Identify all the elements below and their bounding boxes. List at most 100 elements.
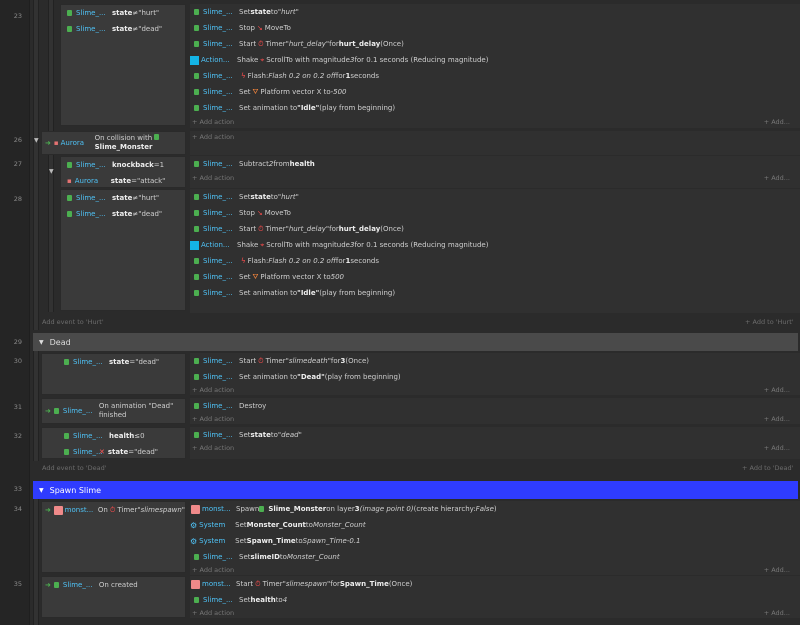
action-row[interactable]: Slime_... Set state to "hurt" — [190, 4, 800, 20]
action-row[interactable]: Slime_... Set animation to "Idle" (play f… — [190, 100, 800, 116]
action-row[interactable]: Slime_... Set ⛛ Platform vector X to -500 — [190, 84, 800, 100]
slime-object-icon — [67, 162, 72, 168]
condition-block[interactable]: Slime_... state ≠ "hurt" Slime_... state ≠… — [60, 189, 186, 311]
event-arrow-icon: ➜ — [45, 407, 51, 415]
slime-object-icon — [194, 161, 199, 167]
slime-object-icon — [67, 26, 72, 32]
slime-object-icon — [194, 358, 199, 364]
scrollto-icon: ⌖ — [260, 240, 265, 249]
aurora-object-icon: ▪ — [67, 177, 72, 185]
group-header-spawn-slime[interactable]: ▼ Spawn Slime — [33, 481, 798, 499]
slime-object-icon — [64, 359, 69, 365]
action-row[interactable]: ⚙ System Set Spawn_Time to Spawn_Time-0.1 — [190, 533, 800, 549]
action-row[interactable]: Slime_... Set animation to "Dead" (play f… — [190, 369, 800, 385]
add-link[interactable]: + Add... — [764, 609, 790, 617]
action-row[interactable]: Slime_... Set state to "hurt" — [190, 189, 800, 205]
action-row[interactable]: Slime_... Start ⏱ Timer "hurt_delay" for h… — [190, 36, 800, 52]
action-row[interactable]: Slime_... Start ⏱ Timer "slimedeath" for 3… — [190, 353, 800, 369]
action-row[interactable]: monst... Spawn Slime_Monster on layer 3 (… — [190, 501, 800, 517]
timer-icon: ⏱ — [258, 224, 264, 233]
slime-object-icon — [67, 195, 72, 201]
collapse-triangle[interactable]: ▼ — [49, 168, 54, 175]
platform-icon: ⛛ — [252, 272, 259, 281]
add-link[interactable]: + Add... — [764, 566, 790, 574]
slime-object-icon — [194, 41, 199, 47]
action-row[interactable]: Action... Shake ⌖ ScrollTo with magnitude … — [190, 52, 800, 68]
add-to-group-link[interactable]: + Add to 'Hurt' — [745, 318, 794, 326]
line-number: 26 — [13, 136, 22, 144]
action-row[interactable]: Slime_... Set ⛛ Platform vector X to 500 — [190, 269, 800, 285]
slime-object-icon — [194, 274, 199, 280]
action-row[interactable]: Slime_... Destroy — [190, 398, 800, 414]
event-block[interactable]: ➜ Slime_... On animation "Dead" finished — [41, 398, 186, 424]
action-row[interactable]: ⚙ System Set Monster_Count to Monster_Coun… — [190, 517, 800, 533]
slime-object-icon — [194, 25, 199, 31]
collapse-triangle[interactable]: ▼ — [34, 137, 39, 144]
action-row[interactable]: monst... Start ⏱ Timer "slimespawn" for Sp… — [190, 576, 800, 592]
condition-block[interactable]: Slime_... health ≤ 0 Slime_... ✕ state = "d… — [41, 427, 186, 459]
group-header-dead[interactable]: ▼ Dead — [33, 333, 798, 351]
event-block[interactable]: ➜ ▪ Aurora On collision with Slime_Monster — [41, 131, 186, 155]
condition-block[interactable]: Slime_... state ≠ "hurt" Slime_... state ≠… — [60, 4, 186, 126]
slime-object-icon — [259, 506, 265, 512]
slime-object-icon — [194, 73, 199, 79]
slime-object-icon — [194, 597, 199, 603]
actions-block[interactable]: Slime_... Set state to "hurt" Slime_... St… — [190, 4, 800, 128]
event-block[interactable]: ➜ Slime_... On created — [41, 576, 186, 618]
add-action-link[interactable]: + Add action — [192, 415, 234, 423]
action-row[interactable]: Slime_... Set health to 4 — [190, 592, 800, 608]
action-row[interactable]: Action... Shake ⌖ ScrollTo with magnitude … — [190, 237, 800, 253]
actions-block[interactable]: Slime_... Subtract 2 from health + Add ac… — [190, 156, 800, 188]
slime-object-icon — [194, 89, 199, 95]
actions-block[interactable]: Slime_... Set state to "hurt" Slime_... St… — [190, 189, 800, 313]
actions-block[interactable]: + Add action — [190, 131, 800, 155]
invert-condition-icon: ✕ — [99, 448, 105, 456]
add-link[interactable]: + Add... — [764, 118, 790, 126]
actions-block[interactable]: monst... Spawn Slime_Monster on layer 3 (… — [190, 501, 800, 575]
group-indent-bar — [33, 351, 39, 461]
action-row[interactable]: Slime_... Start ⏱ Timer "hurt_delay" for h… — [190, 221, 800, 237]
add-link[interactable]: + Add... — [764, 415, 790, 423]
add-action-link[interactable]: + Add action — [192, 118, 234, 126]
line-number: 34 — [13, 505, 22, 513]
add-link[interactable]: + Add... — [764, 174, 790, 182]
platform-icon: ⛛ — [252, 87, 259, 96]
add-action-link[interactable]: + Add action — [192, 609, 234, 617]
action-row[interactable]: Slime_... Set animation to "Idle" (play f… — [190, 285, 800, 301]
timer-icon: ⏱ — [258, 356, 264, 365]
actions-block[interactable]: Slime_... Set state to "dead" + Add actio… — [190, 427, 800, 459]
actions-block[interactable]: Slime_... Start ⏱ Timer "slimedeath" for 3… — [190, 353, 800, 395]
gear-icon: ⚙ — [190, 536, 198, 546]
slime-object-icon — [53, 582, 59, 588]
collapse-triangle[interactable]: ▼ — [39, 339, 44, 346]
add-to-group-link[interactable]: + Add to 'Dead' — [742, 464, 793, 472]
event-block[interactable]: ➜ monst... On ⏱ Timer "slimespawn" — [41, 501, 186, 573]
action-object-icon — [190, 55, 199, 65]
actions-block[interactable]: Slime_... Destroy + Add action + Add... — [190, 398, 800, 424]
add-action-link[interactable]: + Add action — [192, 133, 234, 141]
slime-object-icon — [67, 10, 72, 16]
action-row[interactable]: Slime_... ϟ Flash: Flash 0.2 on 0.2 off fo… — [190, 253, 800, 269]
add-link[interactable]: + Add... — [764, 386, 790, 394]
action-row[interactable]: Slime_... Stop ↘ MoveTo — [190, 20, 800, 36]
collapse-triangle[interactable]: ▼ — [39, 487, 44, 494]
line-number: 31 — [13, 403, 22, 411]
action-row[interactable]: Slime_... Set state to "dead" — [190, 427, 800, 443]
condition-block[interactable]: Slime_... state = "dead" — [41, 353, 186, 395]
add-action-link[interactable]: + Add action — [192, 444, 234, 452]
action-row[interactable]: Slime_... ϟ Flash: Flash 0.2 on 0.2 off fo… — [190, 68, 800, 84]
action-row[interactable]: Slime_... Stop ↘ MoveTo — [190, 205, 800, 221]
actions-block[interactable]: monst... Start ⏱ Timer "slimespawn" for Sp… — [190, 576, 800, 618]
add-event-link[interactable]: Add event to 'Hurt' — [42, 318, 104, 326]
slime-object-icon — [194, 374, 199, 380]
slime-object-icon — [64, 433, 69, 439]
add-event-link[interactable]: Add event to 'Dead' — [42, 464, 107, 472]
action-row[interactable]: Slime_... Subtract 2 from health — [190, 156, 800, 172]
action-row[interactable]: Slime_... Set slimeID to Monster_Count — [190, 549, 800, 565]
group-indent-bar — [33, 499, 39, 625]
add-action-link[interactable]: + Add action — [192, 174, 234, 182]
add-link[interactable]: + Add... — [764, 444, 790, 452]
add-action-link[interactable]: + Add action — [192, 566, 234, 574]
condition-block[interactable]: Slime_... knockback = 1 ▪ Aurora state = "a… — [60, 156, 186, 188]
add-action-link[interactable]: + Add action — [192, 386, 234, 394]
